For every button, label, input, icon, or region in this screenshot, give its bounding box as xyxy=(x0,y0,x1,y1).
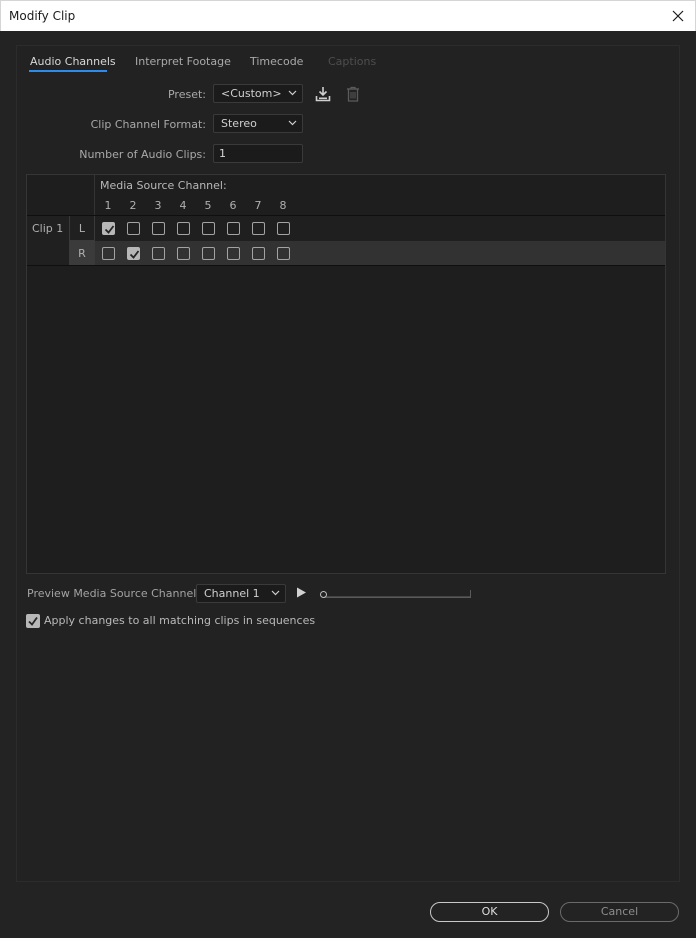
tab-captions: Captions xyxy=(328,55,377,68)
checkmark-icon xyxy=(28,616,38,626)
channel-checkbox-l-6[interactable] xyxy=(227,222,240,235)
preview-channel-dropdown[interactable]: Channel 1 xyxy=(196,584,286,603)
checkmark-icon xyxy=(104,225,115,234)
channel-checkbox-r-4[interactable] xyxy=(177,247,190,260)
channel-label-r: R xyxy=(70,241,95,266)
tab-interpret-footage[interactable]: Interpret Footage xyxy=(135,55,231,68)
channel-checkbox-l-1[interactable] xyxy=(102,222,115,235)
num-clips-field[interactable]: 1 xyxy=(213,144,303,163)
channel-checkbox-r-1[interactable] xyxy=(102,247,115,260)
delete-preset-button[interactable] xyxy=(344,85,362,103)
slider-knob[interactable] xyxy=(320,591,327,598)
apply-all-checkbox[interactable] xyxy=(26,614,40,628)
channel-checkbox-r-3[interactable] xyxy=(152,247,165,260)
ok-button[interactable]: OK xyxy=(430,902,549,922)
close-button[interactable] xyxy=(661,1,695,31)
clip-label: Clip 1 xyxy=(32,222,64,235)
channel-label-l: L xyxy=(70,216,95,241)
channel-checkbox-r-6[interactable] xyxy=(227,247,240,260)
save-preset-button[interactable] xyxy=(314,85,332,103)
channel-checkbox-l-8[interactable] xyxy=(277,222,290,235)
slider-track xyxy=(324,596,471,598)
format-dropdown[interactable]: Stereo xyxy=(213,114,303,133)
cancel-button[interactable]: Cancel xyxy=(560,902,679,922)
chevron-down-icon xyxy=(271,590,280,596)
checkmark-icon xyxy=(129,250,140,259)
format-value: Stereo xyxy=(221,117,257,130)
column-header: 6 xyxy=(229,199,237,212)
apply-all-label: Apply changes to all matching clips in s… xyxy=(44,614,316,627)
column-header: 5 xyxy=(204,199,212,212)
chevron-down-icon xyxy=(288,90,297,96)
grid-divider xyxy=(70,240,95,241)
grid-divider xyxy=(27,265,665,266)
channel-checkbox-l-3[interactable] xyxy=(152,222,165,235)
preview-slider[interactable] xyxy=(320,590,471,598)
active-tab-indicator xyxy=(29,70,107,72)
preview-channel-value: Channel 1 xyxy=(204,587,260,600)
window-title: Modify Clip xyxy=(9,9,76,23)
channel-checkbox-r-5[interactable] xyxy=(202,247,215,260)
channel-checkbox-l-2[interactable] xyxy=(127,222,140,235)
grid-header-corner xyxy=(27,175,95,215)
column-header: 7 xyxy=(254,199,262,212)
channel-checkbox-r-7[interactable] xyxy=(252,247,265,260)
tab-audio-channels[interactable]: Audio Channels xyxy=(30,55,116,68)
column-header: 4 xyxy=(179,199,187,212)
close-icon xyxy=(672,10,684,22)
format-label: Clip Channel Format: xyxy=(90,118,206,131)
column-header: 2 xyxy=(129,199,137,212)
channel-checkbox-l-5[interactable] xyxy=(202,222,215,235)
title-bar: Modify Clip xyxy=(0,0,696,31)
channel-checkbox-l-4[interactable] xyxy=(177,222,190,235)
download-icon xyxy=(315,87,331,102)
column-header: 8 xyxy=(279,199,287,212)
slider-end xyxy=(470,590,471,598)
preview-label: Preview Media Source Channel: xyxy=(27,587,200,600)
play-button[interactable] xyxy=(296,587,308,599)
channel-checkbox-l-7[interactable] xyxy=(252,222,265,235)
column-header: 3 xyxy=(154,199,162,212)
chevron-down-icon xyxy=(288,120,297,126)
trash-icon xyxy=(347,86,359,102)
preset-dropdown[interactable]: <Custom> xyxy=(213,84,303,103)
preset-label: Preset: xyxy=(167,88,206,101)
tab-timecode[interactable]: Timecode xyxy=(250,55,303,68)
channel-checkbox-r-8[interactable] xyxy=(277,247,290,260)
column-header: 1 xyxy=(104,199,112,212)
channel-checkbox-r-2[interactable] xyxy=(127,247,140,260)
media-source-channel-header: Media Source Channel: xyxy=(100,179,227,192)
num-clips-label: Number of Audio Clips: xyxy=(79,148,206,161)
preset-value: <Custom> xyxy=(221,87,282,100)
play-icon xyxy=(297,587,306,598)
